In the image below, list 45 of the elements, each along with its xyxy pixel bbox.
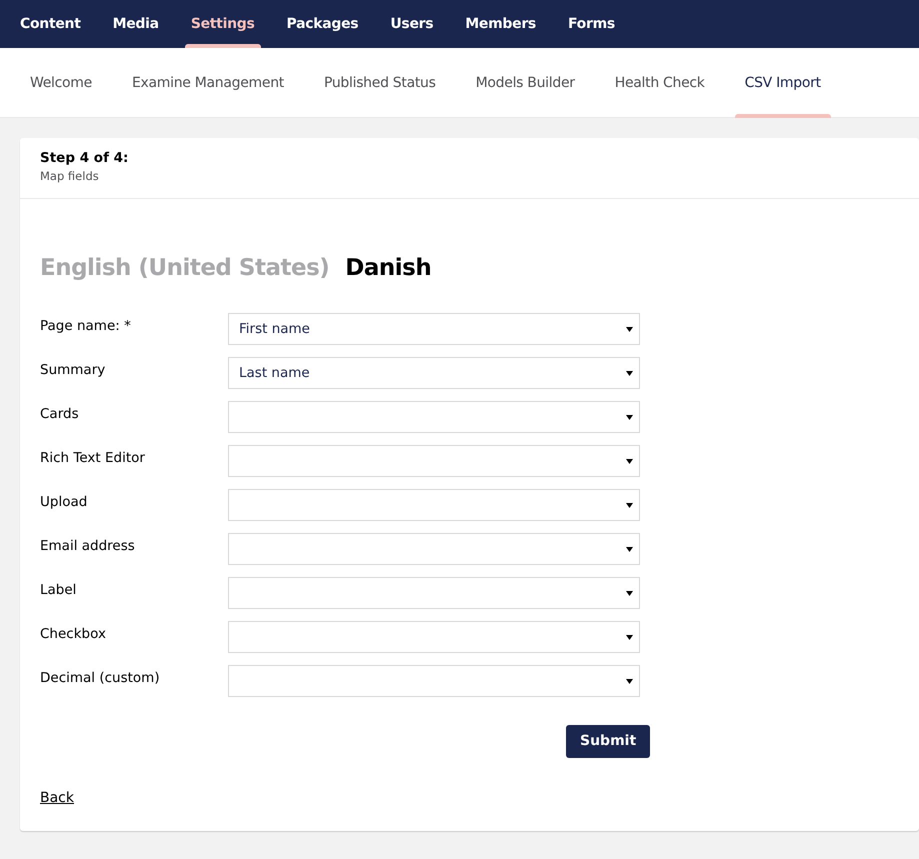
caret-icon bbox=[626, 458, 633, 464]
sub-nav-tab[interactable]: CSV Import bbox=[724, 48, 841, 118]
field-label: Summary bbox=[40, 361, 106, 380]
field-label: Cards bbox=[40, 405, 80, 424]
field-label: Checkbox bbox=[40, 625, 107, 644]
field-label: Decimal (custom) bbox=[40, 669, 161, 688]
field-label: Label bbox=[40, 581, 78, 600]
select-field[interactable] bbox=[228, 489, 640, 521]
select-field[interactable] bbox=[228, 533, 640, 565]
select-field[interactable] bbox=[228, 401, 640, 433]
nav-tab[interactable]: Users bbox=[374, 0, 450, 48]
sub-nav-tab[interactable]: Health Check bbox=[594, 48, 725, 118]
select-field[interactable] bbox=[228, 445, 640, 477]
sub-nav-tab[interactable]: Welcome bbox=[10, 48, 112, 118]
sub-nav-tab[interactable]: Models Builder bbox=[456, 48, 595, 118]
field-label: Email address bbox=[40, 537, 136, 556]
select-field[interactable] bbox=[228, 577, 640, 609]
step-subtitle: Map fields bbox=[40, 168, 100, 186]
caret-icon bbox=[626, 414, 633, 420]
nav-tab[interactable]: Members bbox=[449, 0, 552, 48]
submit-button[interactable]: Submit bbox=[566, 725, 650, 758]
language-tab[interactable]: Danish bbox=[345, 250, 432, 285]
caret-icon bbox=[626, 678, 633, 684]
caret-icon bbox=[626, 370, 633, 376]
step-title: Step 4 of 4: bbox=[40, 149, 130, 168]
nav-tab[interactable]: Settings bbox=[174, 0, 270, 48]
caret-icon bbox=[626, 546, 633, 552]
select-field[interactable] bbox=[228, 621, 640, 653]
field-label: Page name: * bbox=[40, 317, 132, 336]
select-field[interactable] bbox=[228, 665, 640, 697]
nav-tab[interactable]: Media bbox=[96, 0, 175, 48]
select-field[interactable]: Last name bbox=[228, 357, 640, 389]
nav-tab[interactable]: Forms bbox=[552, 0, 631, 48]
caret-icon bbox=[626, 590, 633, 596]
sub-nav-tab[interactable]: Published Status bbox=[304, 48, 456, 118]
field-label: Upload bbox=[40, 493, 88, 512]
caret-icon bbox=[626, 326, 633, 332]
field-label: Rich Text Editor bbox=[40, 449, 146, 468]
nav-tab[interactable]: Packages bbox=[270, 0, 374, 48]
back-link[interactable]: Back bbox=[40, 788, 74, 809]
sub-nav-tab[interactable]: Examine Management bbox=[112, 48, 304, 118]
nav-tab[interactable]: Content bbox=[4, 0, 97, 48]
caret-icon bbox=[626, 634, 633, 640]
caret-icon bbox=[626, 502, 633, 508]
select-field[interactable]: First name bbox=[228, 313, 640, 345]
